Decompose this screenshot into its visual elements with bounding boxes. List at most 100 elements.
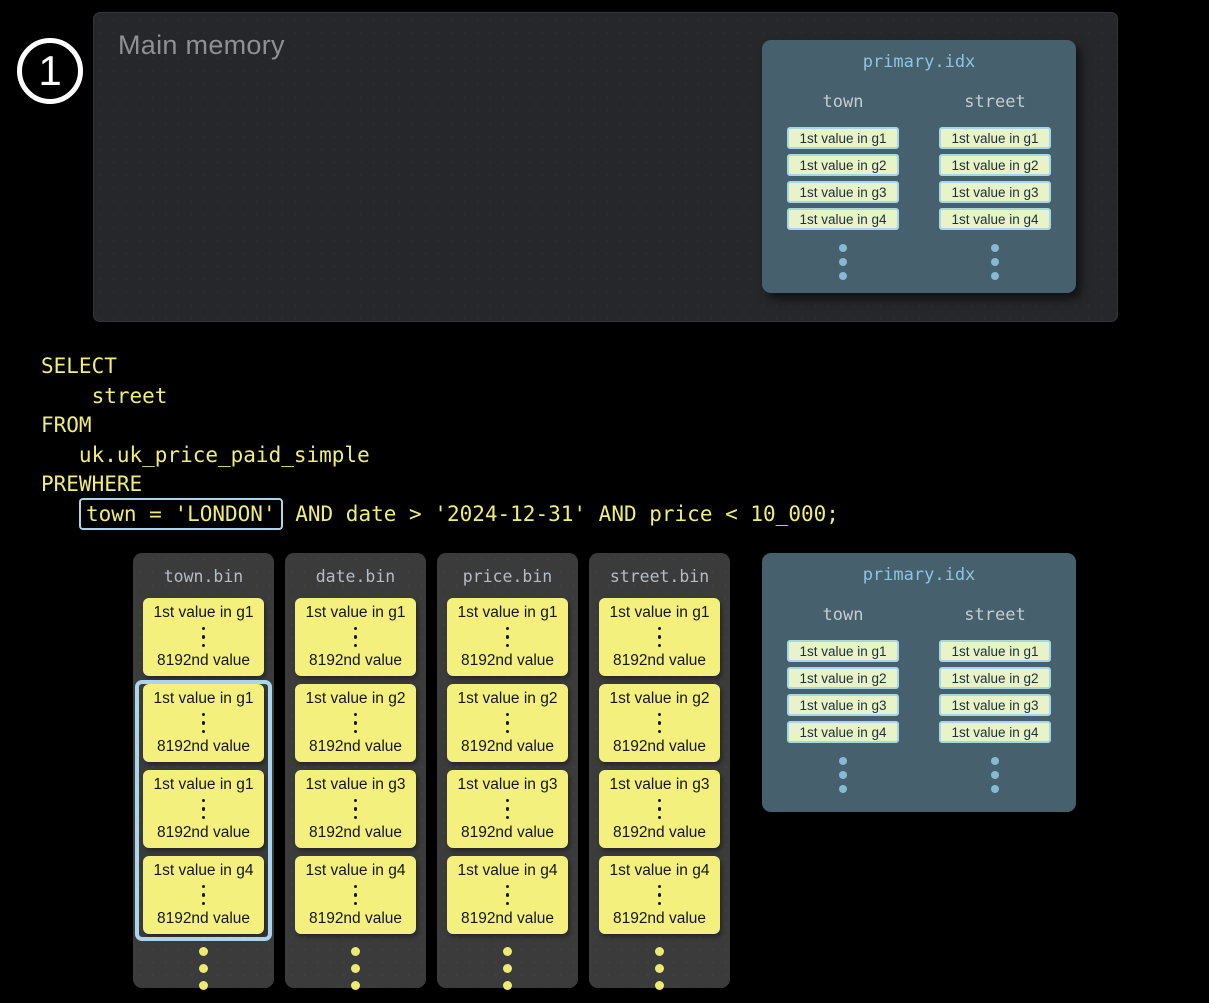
granule-last-value: 8192nd value: [157, 652, 250, 670]
granule-block: 1st value in g2 8192nd value: [599, 684, 720, 762]
granule-last-value: 8192nd value: [613, 910, 706, 928]
primary-idx-box-disk: primary.idx town 1st value in g1 1st val…: [762, 553, 1076, 812]
idx-entry-chip: 1st value in g3: [939, 181, 1051, 203]
sql-highlight-box: town = 'LONDON': [79, 498, 283, 530]
step-1-badge: 1: [17, 38, 83, 104]
granule-ellipsis-icon: [202, 796, 206, 822]
idx-entry-chip: 1st value in g4: [787, 208, 899, 230]
bin-file-header: street.bin: [589, 553, 730, 598]
granule-first-value: 1st value in g1: [154, 604, 254, 622]
granule-block: 1st value in g1 8192nd value: [447, 598, 568, 676]
idx-column-header-town: town: [823, 605, 864, 625]
idx-entry-chip: 1st value in g1: [939, 127, 1051, 149]
idx-entry-chip: 1st value in g2: [939, 154, 1051, 176]
idx-column-town: town 1st value in g1 1st value in g2 1st…: [787, 92, 899, 286]
granule-first-value: 1st value in g4: [306, 862, 406, 880]
granule-block: 1st value in g1 8192nd value: [143, 770, 264, 848]
granule-ellipsis-icon: [202, 710, 206, 736]
granule-block: 1st value in g3 8192nd value: [599, 770, 720, 848]
granule-first-value: 1st value in g2: [306, 690, 406, 708]
bin-file-date: date.bin 1st value in g1 8192nd value 1s…: [285, 553, 426, 988]
ellipsis-dots-icon: [589, 947, 730, 998]
granule-block: 1st value in g4 8192nd value: [295, 856, 416, 934]
granule-last-value: 8192nd value: [309, 652, 402, 670]
ellipsis-dots-icon: [991, 244, 999, 286]
granule-ellipsis-icon: [354, 882, 358, 908]
granule-block: 1st value in g1 8192nd value: [599, 598, 720, 676]
idx-entry-chip: 1st value in g4: [787, 721, 899, 743]
idx-entry-chip: 1st value in g2: [787, 154, 899, 176]
main-memory-title: Main memory: [118, 30, 285, 61]
granule-last-value: 8192nd value: [461, 910, 554, 928]
granule-first-value: 1st value in g4: [610, 862, 710, 880]
idx-entry-chip: 1st value in g4: [939, 208, 1051, 230]
granule-first-value: 1st value in g4: [154, 862, 254, 880]
ellipsis-dots-icon: [133, 947, 274, 998]
granule-last-value: 8192nd value: [613, 738, 706, 756]
granule-ellipsis-icon: [354, 710, 358, 736]
granule-first-value: 1st value in g4: [458, 862, 558, 880]
granule-block: 1st value in g4 8192nd value: [447, 856, 568, 934]
granule-last-value: 8192nd value: [613, 824, 706, 842]
granule-first-value: 1st value in g3: [306, 776, 406, 794]
granule-ellipsis-icon: [506, 710, 510, 736]
sql-tail: AND date > '2024-12-31' AND price < 10_0…: [283, 502, 839, 526]
sql-query: SELECT street FROM uk.uk_price_paid_simp…: [41, 352, 839, 529]
granule-first-value: 1st value in g2: [610, 690, 710, 708]
idx-column-header-street: street: [964, 92, 1025, 112]
granule-block: 1st value in g1 8192nd value: [143, 598, 264, 676]
bin-file-header: price.bin: [437, 553, 578, 598]
granule-ellipsis-icon: [658, 882, 662, 908]
granule-block: 1st value in g3 8192nd value: [447, 770, 568, 848]
granule-ellipsis-icon: [506, 882, 510, 908]
idx-column-header-street: street: [964, 605, 1025, 625]
granule-ellipsis-icon: [658, 624, 662, 650]
granule-last-value: 8192nd value: [157, 738, 250, 756]
ellipsis-dots-icon: [991, 757, 999, 799]
idx-entry-chip: 1st value in g3: [787, 181, 899, 203]
granule-blocks: 1st value in g1 8192nd value 1st value i…: [599, 598, 720, 934]
primary-idx-title: primary.idx: [762, 553, 1076, 585]
granule-block: 1st value in g1 8192nd value: [295, 598, 416, 676]
idx-column-street: street 1st value in g1 1st value in g2 1…: [939, 92, 1051, 286]
ellipsis-dots-icon: [839, 244, 847, 286]
idx-entry-chip: 1st value in g3: [939, 694, 1051, 716]
granule-block: 1st value in g4 8192nd value: [599, 856, 720, 934]
idx-column-header-town: town: [823, 92, 864, 112]
granule-first-value: 1st value in g1: [154, 690, 254, 708]
bin-file-price: price.bin 1st value in g1 8192nd value 1…: [437, 553, 578, 988]
granule-ellipsis-icon: [354, 796, 358, 822]
bin-file-header: date.bin: [285, 553, 426, 598]
granule-ellipsis-icon: [658, 710, 662, 736]
granule-last-value: 8192nd value: [309, 910, 402, 928]
ellipsis-dots-icon: [839, 757, 847, 799]
granule-first-value: 1st value in g3: [610, 776, 710, 794]
granule-ellipsis-icon: [354, 624, 358, 650]
granule-ellipsis-icon: [506, 796, 510, 822]
granule-first-value: 1st value in g1: [610, 604, 710, 622]
granule-blocks: 1st value in g1 8192nd value 1st value i…: [295, 598, 416, 934]
granule-last-value: 8192nd value: [461, 652, 554, 670]
diagram-canvas: 1 Main memory primary.idx town 1st value…: [0, 0, 1209, 1003]
step-1-label: 1: [38, 50, 61, 92]
granule-ellipsis-icon: [202, 624, 206, 650]
granule-last-value: 8192nd value: [309, 824, 402, 842]
primary-idx-title: primary.idx: [762, 40, 1076, 72]
granule-last-value: 8192nd value: [461, 824, 554, 842]
granule-first-value: 1st value in g1: [458, 604, 558, 622]
granule-block: 1st value in g2 8192nd value: [447, 684, 568, 762]
granule-block: 1st value in g2 8192nd value: [295, 684, 416, 762]
idx-entry-chip: 1st value in g3: [787, 694, 899, 716]
granule-last-value: 8192nd value: [157, 910, 250, 928]
granule-ellipsis-icon: [202, 882, 206, 908]
idx-entry-chip: 1st value in g4: [939, 721, 1051, 743]
granule-block: 1st value in g3 8192nd value: [295, 770, 416, 848]
bin-file-street: street.bin 1st value in g1 8192nd value …: [589, 553, 730, 988]
granule-ellipsis-icon: [658, 796, 662, 822]
granule-last-value: 8192nd value: [461, 738, 554, 756]
idx-column-street: street 1st value in g1 1st value in g2 1…: [939, 605, 1051, 799]
granule-last-value: 8192nd value: [613, 652, 706, 670]
ellipsis-dots-icon: [437, 947, 578, 998]
granule-first-value: 1st value in g3: [458, 776, 558, 794]
idx-entry-chip: 1st value in g1: [787, 640, 899, 662]
